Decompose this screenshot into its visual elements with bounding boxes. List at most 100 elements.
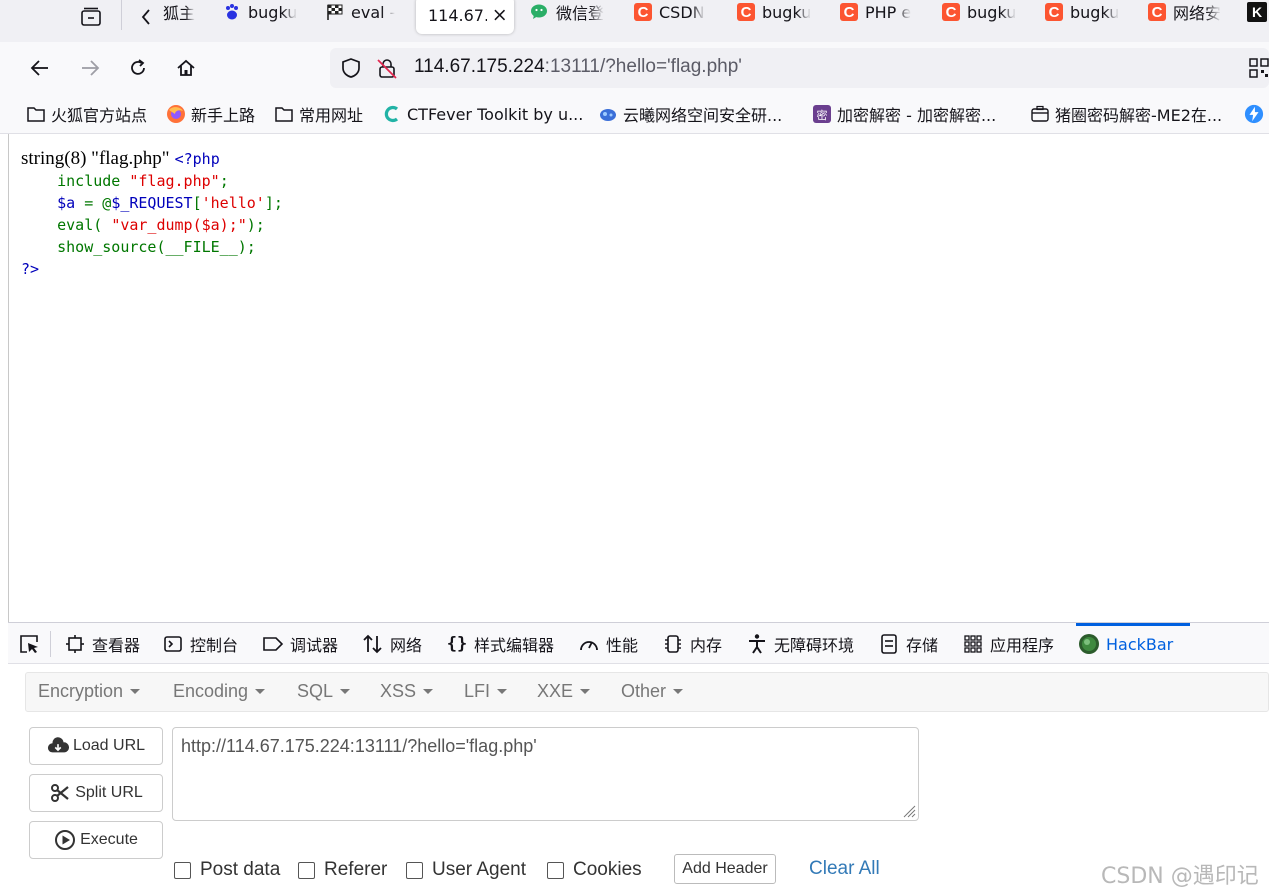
menu-xxe[interactable]: XXE	[537, 681, 591, 702]
menu-other[interactable]: Other	[621, 681, 684, 702]
wechat-icon	[530, 2, 550, 22]
firefox-view-button[interactable]	[76, 4, 106, 30]
tabs-scroll-left-button[interactable]	[131, 4, 161, 30]
bookmark-4[interactable]: 云曦网络空间安全研...	[598, 102, 782, 126]
checkbox-box[interactable]	[298, 861, 315, 879]
bookmarks-toolbar: 火狐官方站点 新手上路 常用网址 CTFever Toolkit by u...…	[0, 94, 1269, 134]
csdn-glyph: C	[1148, 3, 1166, 21]
clear-all-link[interactable]: Clear All	[809, 858, 880, 880]
tab-label: bugku	[248, 2, 298, 22]
toolbar-divider	[50, 631, 51, 657]
menu-label: XSS	[380, 681, 417, 701]
bookmark-2[interactable]: 常用网址	[274, 102, 363, 126]
checkbox-box[interactable]	[406, 861, 423, 879]
tab-7[interactable]: C PHP e	[839, 0, 915, 24]
cookies-checkbox[interactable]: Cookies	[547, 859, 642, 881]
tab-0[interactable]: 狐主	[163, 0, 205, 24]
url-bar[interactable]: 114.67.175.224:13111/?hello='flag.php'	[330, 48, 1269, 88]
devtools-tab-0[interactable]: 查看器	[64, 631, 140, 657]
devtools-tab-3[interactable]: 网络	[362, 631, 422, 657]
bookmark-6[interactable]: 猪圈密码解密-ME2在...	[1030, 102, 1222, 126]
insecure-lock-icon[interactable]	[376, 57, 398, 83]
checkbox-label: User Agent	[432, 859, 526, 880]
menu-sql[interactable]: SQL	[297, 681, 351, 702]
bookmarks-overflow[interactable]	[1244, 102, 1269, 126]
devtools-tab-label: 样式编辑器	[474, 636, 555, 655]
menu-encoding[interactable]: Encoding	[173, 681, 266, 702]
active-tab-indicator	[1076, 623, 1190, 626]
devtools-tab-label: 无障碍环境	[774, 636, 855, 655]
devtools-tab-label: HackBar	[1106, 634, 1174, 654]
bookmark-3[interactable]: CTFever Toolkit by u...	[382, 102, 583, 126]
forward-button[interactable]	[74, 52, 106, 84]
tab-active[interactable]: 114.67.	[416, 0, 514, 34]
devtools-tab-2[interactable]: 调试器	[262, 631, 338, 657]
devtools-tab-5[interactable]: 性能	[578, 631, 638, 657]
tab-2[interactable]: eval -	[325, 0, 400, 24]
tab-8[interactable]: C bugku	[941, 0, 1017, 24]
home-button[interactable]	[170, 52, 202, 84]
devtools-tab-4[interactable]: {} 样式编辑器	[446, 631, 554, 657]
referer-checkbox[interactable]: Referer	[298, 859, 387, 881]
add-header-button[interactable]: Add Header	[674, 854, 776, 884]
shield-icon[interactable]	[340, 57, 362, 83]
bookmark-label: 云曦网络空间安全研...	[623, 106, 783, 125]
hackbar-icon	[1078, 633, 1100, 655]
devtools-tab-1[interactable]: 控制台	[162, 631, 238, 657]
csdn-icon: C	[736, 2, 756, 22]
post-data-checkbox[interactable]: Post data	[174, 859, 280, 881]
firefox-view-icon	[81, 7, 101, 26]
code-request: $_REQUEST	[111, 194, 193, 212]
tab-10[interactable]: C 网络安	[1147, 0, 1223, 24]
devtools-tab-6[interactable]: 内存	[662, 631, 722, 657]
accessibility-icon	[746, 633, 768, 655]
devtools-tab-hackbar[interactable]: HackBar	[1078, 631, 1173, 657]
back-button[interactable]	[24, 52, 56, 84]
checkbox-box[interactable]	[547, 861, 564, 879]
devtools-toolbar: 查看器 控制台 调试器 网络 {} 样式编辑器 性能 内存 无障碍环境 存储 应…	[8, 622, 1269, 664]
menu-encryption[interactable]: Encryption	[38, 681, 141, 702]
tab-label: bugku	[762, 2, 812, 22]
bookmark-1[interactable]: 新手上路	[166, 102, 255, 126]
caret-down-icon	[497, 689, 508, 694]
qr-code-icon[interactable]	[1249, 58, 1269, 82]
menu-lfi[interactable]: LFI	[464, 681, 508, 702]
url-text[interactable]: 114.67.175.224:13111/?hello='flag.php'	[414, 56, 742, 78]
split-url-button[interactable]: Split URL	[29, 774, 163, 812]
var-dump-output: string(8) "flag.php"	[21, 148, 170, 169]
menu-xss[interactable]: XSS	[380, 681, 434, 702]
resize-grip-icon[interactable]	[900, 802, 916, 818]
reload-button[interactable]	[122, 52, 154, 84]
close-tab-icon[interactable]	[493, 8, 506, 22]
menu-label: SQL	[297, 681, 334, 701]
caret-down-icon	[130, 689, 141, 694]
tab-4[interactable]: 微信登	[530, 0, 608, 24]
hackbar-url-textarea[interactable]: http://114.67.175.224:13111/?hello='flag…	[172, 727, 919, 821]
ctfever-icon	[382, 104, 402, 124]
bookmark-0[interactable]: 火狐官方站点	[26, 102, 147, 126]
tab-label: eval -	[351, 2, 396, 22]
application-icon	[962, 633, 984, 655]
folder-icon	[274, 104, 294, 124]
tab-9[interactable]: C bugku	[1044, 0, 1120, 24]
devtools-tab-9[interactable]: 应用程序	[962, 631, 1054, 657]
element-picker-button[interactable]	[18, 631, 46, 657]
tab-1[interactable]: bugku	[222, 0, 300, 24]
tab-label: 网络安	[1173, 4, 1222, 23]
tab-label: PHP e	[865, 2, 912, 22]
bookmark-5[interactable]: 密 加密解密 - 加密解密...	[812, 102, 996, 126]
devtools-tab-label: 网络	[390, 636, 423, 655]
tab-label: 狐主	[163, 4, 196, 23]
tab-6[interactable]: C bugku	[736, 0, 812, 24]
load-url-button[interactable]: Load URL	[29, 727, 163, 765]
devtools-tab-8[interactable]: 存储	[878, 631, 938, 657]
execute-button[interactable]: Execute	[29, 821, 163, 859]
checkbox-box[interactable]	[174, 861, 191, 879]
tab-5[interactable]: C CSDN	[633, 0, 709, 24]
caret-down-icon	[340, 689, 351, 694]
user-agent-checkbox[interactable]: User Agent	[406, 859, 526, 881]
devtools-tab-7[interactable]: 无障碍环境	[746, 631, 854, 657]
url-host: 114.67.175.224	[414, 56, 545, 77]
tab-11[interactable]: K	[1247, 0, 1269, 24]
load-url-label: Load URL	[72, 737, 146, 754]
